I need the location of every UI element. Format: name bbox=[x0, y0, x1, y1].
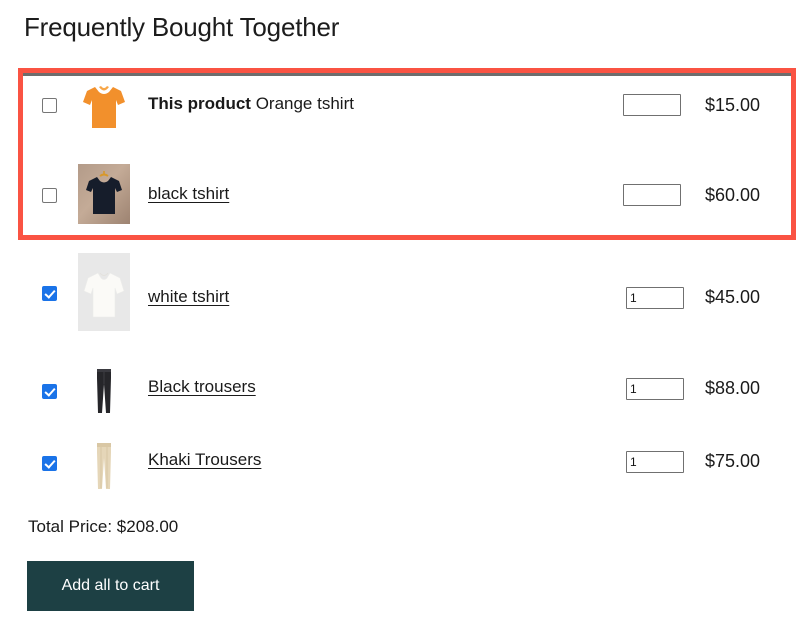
quantity-input-orange-tshirt[interactable] bbox=[623, 94, 681, 116]
product-checkbox-white-tshirt[interactable] bbox=[42, 286, 57, 301]
white-tshirt-thumbnail bbox=[78, 253, 130, 331]
product-link-khaki-trousers[interactable]: Khaki Trousers bbox=[148, 449, 261, 471]
product-title: Orange tshirt bbox=[255, 94, 354, 113]
black-tshirt-thumbnail bbox=[78, 164, 130, 224]
table-row: Khaki Trousers $75.00 bbox=[0, 418, 806, 506]
quantity-input-black-trousers[interactable] bbox=[626, 378, 684, 400]
price-orange-tshirt: $15.00 bbox=[705, 95, 761, 115]
table-row: white tshirt $45.00 bbox=[0, 248, 806, 336]
price-khaki-trousers: $75.00 bbox=[705, 451, 761, 471]
product-name-orange-tshirt: This product Orange tshirt bbox=[148, 93, 354, 115]
product-link-black-tshirt[interactable]: black tshirt bbox=[148, 183, 229, 205]
khaki-trousers-thumbnail bbox=[88, 440, 120, 492]
total-price-label: Total Price: $208.00 bbox=[28, 517, 179, 536]
product-link-white-tshirt[interactable]: white tshirt bbox=[148, 286, 229, 308]
orange-tshirt-thumbnail bbox=[79, 84, 129, 131]
table-row: This product Orange tshirt $15.00 bbox=[0, 60, 806, 148]
add-all-to-cart-button[interactable]: Add all to cart bbox=[27, 561, 194, 611]
price-white-tshirt: $45.00 bbox=[705, 287, 761, 307]
product-link-black-trousers[interactable]: Black trousers bbox=[148, 376, 256, 398]
quantity-input-white-tshirt[interactable] bbox=[626, 287, 684, 309]
product-checkbox-khaki-trousers[interactable] bbox=[42, 456, 57, 471]
quantity-input-black-tshirt[interactable] bbox=[623, 184, 681, 206]
product-checkbox-orange-tshirt[interactable] bbox=[42, 98, 57, 113]
table-row: black tshirt $60.00 bbox=[0, 150, 806, 238]
black-trousers-thumbnail bbox=[88, 366, 120, 416]
product-checkbox-black-trousers[interactable] bbox=[42, 384, 57, 399]
page-title: Frequently Bought Together bbox=[24, 12, 340, 42]
price-black-tshirt: $60.00 bbox=[705, 185, 761, 205]
this-product-label: This product bbox=[148, 94, 251, 113]
price-black-trousers: $88.00 bbox=[705, 378, 761, 398]
product-checkbox-black-tshirt[interactable] bbox=[42, 188, 57, 203]
quantity-input-khaki-trousers[interactable] bbox=[626, 451, 684, 473]
